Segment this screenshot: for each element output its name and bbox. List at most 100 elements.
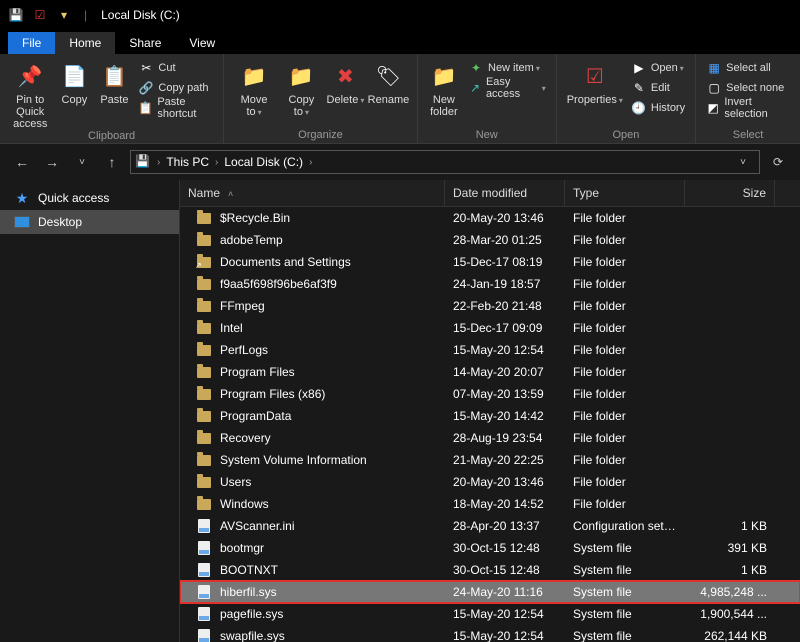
forward-button[interactable]: → [40, 150, 64, 174]
file-row[interactable]: f9aa5f698f96be6af3f924-Jan-19 18:57File … [180, 273, 800, 295]
folder-icon [196, 430, 212, 446]
file-row[interactable]: bootmgr30-Oct-15 12:48System file391 KB [180, 537, 800, 559]
copy-to-button[interactable]: 📁Copy to▾ [278, 56, 325, 118]
properties-button[interactable]: ☑Properties▾ [563, 56, 627, 106]
edit-icon: ✎ [631, 80, 647, 96]
file-row[interactable]: System Volume Information21-May-20 22:25… [180, 449, 800, 471]
back-button[interactable]: ← [10, 150, 34, 174]
move-to-button[interactable]: 📁Move to▾ [230, 56, 278, 118]
file-row[interactable]: Windows18-May-20 14:52File folder [180, 493, 800, 515]
history-icon: 🕘 [631, 100, 647, 116]
file-row[interactable]: Users20-May-20 13:46File folder [180, 471, 800, 493]
ribbon-group-label: Clipboard [88, 130, 135, 144]
paste-shortcut-button[interactable]: 📋Paste shortcut [134, 98, 217, 118]
file-type: File folder [565, 299, 685, 313]
new-item-button[interactable]: ✦New item▾ [464, 58, 550, 78]
recent-dropdown[interactable]: ˅ [70, 150, 94, 174]
file-row[interactable]: AVScanner.ini28-Apr-20 13:37Configuratio… [180, 515, 800, 537]
file-date: 28-Aug-19 23:54 [445, 431, 565, 445]
new-folder-icon: 📁 [428, 60, 460, 92]
easy-access-button[interactable]: ↗Easy access▾ [464, 78, 550, 98]
file-date: 15-Dec-17 09:09 [445, 321, 565, 335]
file-name: swapfile.sys [220, 629, 285, 642]
drive-icon: 💾 [135, 154, 151, 170]
file-row[interactable]: swapfile.sys 15-May-20 12:54System file26… [180, 625, 800, 642]
pin-quick-access-button[interactable]: 📌 Pin to Quick access [6, 56, 54, 130]
file-row[interactable]: pagefile.sys15-May-20 12:54System file1,… [180, 603, 800, 625]
file-row[interactable]: BOOTNXT30-Oct-15 12:48System file1 KB [180, 559, 800, 581]
file-type: File folder [565, 453, 685, 467]
column-size[interactable]: Size [685, 180, 775, 206]
file-date: 30-Oct-15 12:48 [445, 563, 565, 577]
tab-share[interactable]: Share [115, 32, 175, 54]
file-row[interactable]: hiberfil.sys24-May-20 11:16System file4,… [180, 581, 800, 603]
breadcrumb[interactable]: 💾 › This PC › Local Disk (C:) › ˅ [130, 150, 760, 174]
paste-button[interactable]: 📋 Paste [94, 56, 134, 106]
open-button[interactable]: ▶Open▾ [627, 58, 689, 78]
folder-qat-icon[interactable]: ▾ [56, 7, 72, 23]
select-all-button[interactable]: ▦Select all [702, 58, 794, 78]
folder-icon [196, 386, 212, 402]
cut-button[interactable]: ✂Cut [134, 58, 217, 78]
file-name: adobeTemp [220, 233, 283, 247]
paste-shortcut-icon: 📋 [138, 100, 153, 116]
file-date: 15-May-20 12:54 [445, 629, 565, 642]
rename-button[interactable]: 🏷Rename [366, 56, 411, 106]
new-folder-button[interactable]: 📁New folder [424, 56, 464, 118]
address-dropdown[interactable]: ˅ [731, 150, 755, 174]
tab-home[interactable]: Home [55, 32, 115, 54]
file-name: hiberfil.sys [220, 585, 277, 599]
file-row[interactable]: adobeTemp28-Mar-20 01:25File folder [180, 229, 800, 251]
edit-button[interactable]: ✎Edit [627, 78, 689, 98]
file-name: Windows [220, 497, 269, 511]
file-row[interactable]: FFmpeg22-Feb-20 21:48File folder [180, 295, 800, 317]
chevron-right-icon[interactable]: › [213, 157, 220, 168]
delete-icon: ✖ [329, 60, 361, 92]
copy-button[interactable]: 📄 Copy [54, 56, 94, 106]
file-rows: $Recycle.Bin20-May-20 13:46File folderad… [180, 207, 800, 642]
column-type[interactable]: Type [565, 180, 685, 206]
file-type: File folder [565, 211, 685, 225]
file-row[interactable]: PerfLogs15-May-20 12:54File folder [180, 339, 800, 361]
copy-path-button[interactable]: 🔗Copy path [134, 78, 217, 98]
invert-selection-button[interactable]: ◩Invert selection [702, 98, 794, 118]
file-type: File folder [565, 321, 685, 335]
file-name: f9aa5f698f96be6af3f9 [220, 277, 337, 291]
file-type: System file [565, 629, 685, 642]
column-name[interactable]: Name˄ [180, 180, 445, 206]
file-row[interactable]: Recovery28-Aug-19 23:54File folder [180, 427, 800, 449]
column-date[interactable]: Date modified [445, 180, 565, 206]
file-size: 262,144 KB [685, 629, 775, 642]
up-button[interactable]: ↑ [100, 150, 124, 174]
sidebar-item-quick-access[interactable]: ★ Quick access [0, 186, 179, 210]
tab-file[interactable]: File [8, 32, 55, 54]
breadcrumb-local-disk[interactable]: Local Disk (C:) [220, 155, 307, 169]
file-row[interactable]: $Recycle.Bin20-May-20 13:46File folder [180, 207, 800, 229]
select-none-button[interactable]: ▢Select none [702, 78, 794, 98]
title-separator: | [84, 8, 87, 22]
delete-button[interactable]: ✖Delete▾ [325, 56, 366, 106]
history-button[interactable]: 🕘History [627, 98, 689, 118]
chevron-right-icon[interactable]: › [307, 157, 314, 168]
folder-icon [196, 364, 212, 380]
sidebar-item-desktop[interactable]: Desktop [0, 210, 179, 234]
file-row[interactable]: Intel 15-Dec-17 09:09File folder [180, 317, 800, 339]
chevron-right-icon[interactable]: › [155, 157, 162, 168]
file-size: 1 KB [685, 519, 775, 533]
file-row[interactable]: Program Files (x86)07-May-20 13:59File f… [180, 383, 800, 405]
ribbon-group-label: Open [612, 129, 639, 143]
file-row[interactable]: Program Files14-May-20 20:07File folder [180, 361, 800, 383]
file-date: 15-May-20 12:54 [445, 343, 565, 357]
copy-to-icon: 📁 [285, 60, 317, 92]
refresh-button[interactable]: ⟳ [766, 150, 790, 174]
qat-icon[interactable]: ☑ [32, 7, 48, 23]
tab-view[interactable]: View [175, 32, 229, 54]
properties-icon: ☑ [579, 60, 611, 92]
file-name: Intel [220, 321, 243, 335]
file-row[interactable]: ↗Documents and Settings15-Dec-17 08:19Fi… [180, 251, 800, 273]
file-type: File folder [565, 343, 685, 357]
file-row[interactable]: ProgramData15-May-20 14:42File folder [180, 405, 800, 427]
ribbon-tabs: File Home Share View [0, 30, 800, 54]
breadcrumb-this-pc[interactable]: This PC [162, 155, 213, 169]
file-type: File folder [565, 475, 685, 489]
